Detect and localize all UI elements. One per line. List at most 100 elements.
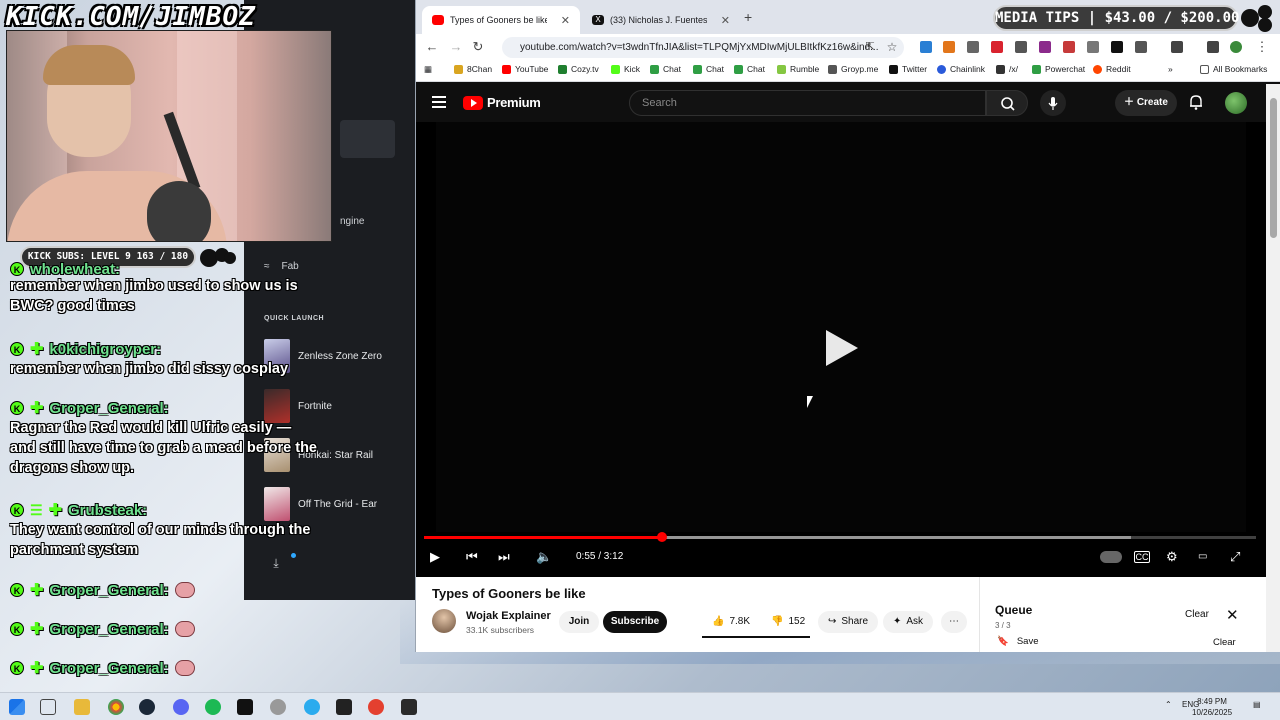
forward-icon[interactable]: → — [448, 39, 464, 55]
ask-button[interactable]: ✦ Ask — [883, 611, 934, 633]
back-icon[interactable]: ← — [424, 39, 440, 55]
share-button[interactable]: ↪ Share — [818, 611, 879, 633]
fullscreen-icon[interactable]: ⤢ — [1230, 548, 1240, 566]
reload-icon[interactable]: ↻ — [470, 39, 486, 55]
start-windows-icon[interactable] — [9, 699, 25, 715]
metamask-extension-icon[interactable] — [943, 41, 955, 53]
bookmark-item[interactable]: Kick — [611, 64, 640, 74]
page-scrollbar[interactable] — [1266, 84, 1280, 652]
voice-search-button[interactable] — [1040, 90, 1066, 116]
video-player[interactable]: ▶ ⏮ ⏭ 🔈 0:55 / 3:12 CC ⚙ ▭ ⤢ — [416, 122, 1266, 577]
bookmark-label: Chat — [706, 64, 724, 74]
next-icon[interactable]: ⏭ — [498, 548, 510, 566]
bookmark-item[interactable]: Rumble — [777, 64, 819, 74]
youtube-logo[interactable]: Premium — [463, 95, 541, 110]
bookmark-item[interactable]: YouTube — [502, 64, 548, 74]
tab-youtube[interactable]: Types of Gooners be like - YouT ✕ — [422, 6, 580, 34]
app-icon[interactable] — [336, 699, 352, 715]
extension-icon[interactable] — [1039, 41, 1051, 53]
tray-overflow-icon[interactable]: ⌃ — [1165, 700, 1172, 709]
notification-center-icon[interactable]: ▤ — [1253, 700, 1261, 709]
close-tab-icon[interactable]: ✕ — [561, 14, 570, 27]
bookmark-item[interactable]: Reddit — [1093, 64, 1131, 74]
extension-icon[interactable] — [1015, 41, 1027, 53]
video-frame[interactable] — [436, 122, 1246, 532]
more-bookmarks-icon[interactable]: » — [1168, 64, 1173, 74]
scrollbar-thumb[interactable] — [1270, 98, 1277, 238]
youtube-search-input[interactable]: Search — [629, 90, 986, 116]
bookmark-item[interactable]: Chat — [693, 64, 724, 74]
kick-badge-icon: K — [10, 661, 24, 675]
queue-save-button[interactable]: 🔖 Save — [997, 636, 1039, 647]
user-avatar[interactable] — [1225, 92, 1247, 114]
all-bookmarks-button[interactable]: All Bookmarks — [1200, 64, 1267, 74]
media-tips-goal: MEDIA TIPS | $43.00 / $200.00 — [993, 5, 1239, 31]
steam-icon[interactable] — [139, 699, 155, 715]
join-button[interactable]: Join — [559, 611, 599, 633]
bookmark-item[interactable]: 8Chan — [454, 64, 492, 74]
tab-x[interactable]: X (33) Nicholas J. Fuentes (@Nick ✕ — [582, 6, 740, 34]
settings-gear-icon[interactable]: ⚙ — [1166, 548, 1178, 566]
extension-icon[interactable] — [1087, 41, 1099, 53]
launcher-search-box[interactable] — [340, 120, 395, 158]
captions-icon[interactable]: CC — [1134, 551, 1150, 563]
app-icon[interactable] — [270, 699, 286, 715]
x-extension-icon[interactable] — [1111, 41, 1123, 53]
extension-icon[interactable] — [920, 41, 932, 53]
hamburger-menu-icon[interactable] — [432, 96, 446, 108]
app-icon[interactable] — [237, 699, 253, 715]
app-icon[interactable] — [401, 699, 417, 715]
apps-grid-icon[interactable]: ▦ — [424, 64, 432, 75]
theater-mode-icon[interactable]: ▭ — [1198, 548, 1207, 566]
autoplay-toggle[interactable] — [1100, 551, 1122, 563]
extension-icon[interactable] — [991, 41, 1003, 53]
bookmark-item[interactable]: Chainlink — [937, 64, 985, 74]
bookmark-item[interactable]: Powerchat — [1032, 64, 1085, 74]
subscribe-button[interactable]: Subscribe — [603, 611, 667, 633]
discord-icon[interactable] — [173, 699, 189, 715]
clock[interactable]: 8:49 PM 10/26/2025 — [1192, 696, 1232, 718]
profile-avatar[interactable] — [1230, 41, 1242, 53]
progress-bar[interactable] — [424, 532, 1256, 542]
file-explorer-icon[interactable] — [74, 699, 90, 715]
bookmark-item[interactable]: Chat — [734, 64, 765, 74]
play-icon[interactable]: ▶ — [430, 548, 440, 566]
spotify-icon[interactable] — [205, 699, 221, 715]
queue-clear-button[interactable]: Clear — [1213, 637, 1236, 648]
like-button[interactable]: 👍 7.8K — [702, 611, 761, 633]
channel-avatar[interactable] — [432, 609, 456, 633]
extensions-puzzle-icon[interactable] — [1135, 41, 1147, 53]
bookmark-item[interactable]: /x/ — [996, 64, 1018, 74]
youtube-search-button[interactable] — [986, 90, 1028, 116]
dislike-button[interactable]: 👎 152 — [761, 611, 816, 633]
address-bar[interactable]: youtube.com/watch?v=t3wdnTfnJIA&list=TLP… — [502, 37, 904, 58]
more-actions-icon[interactable]: ⋯ — [941, 611, 967, 633]
bookmark-star-icon[interactable]: ☆ — [884, 39, 900, 55]
extension-icon[interactable] — [1063, 41, 1075, 53]
browser-menu-icon[interactable]: ⋮ — [1254, 39, 1270, 55]
previous-icon[interactable]: ⏮ — [466, 548, 478, 566]
close-icon[interactable]: ✕ — [1226, 606, 1239, 624]
bookmark-item[interactable]: Cozy.tv — [558, 64, 599, 74]
app-icon[interactable] — [368, 699, 384, 715]
bookmark-item[interactable]: Chat — [650, 64, 681, 74]
sidebar-icon[interactable] — [1171, 41, 1183, 53]
new-tab-icon[interactable]: + — [744, 9, 752, 25]
launcher-engine-label[interactable]: ngine — [340, 216, 364, 227]
big-play-icon[interactable] — [826, 330, 858, 366]
create-button[interactable]: ＋ Create — [1115, 90, 1177, 116]
volume-icon[interactable]: 🔈 — [536, 548, 552, 566]
progress-scrubber[interactable] — [656, 532, 667, 542]
queue-clear-button[interactable]: Clear — [1185, 609, 1209, 620]
bookmark-item[interactable]: Groyp.me — [828, 64, 878, 74]
task-view-icon[interactable] — [40, 699, 56, 715]
channel-name[interactable]: Wojak Explainer — [466, 610, 551, 622]
install-app-icon[interactable]: ⇱ — [862, 39, 878, 55]
notifications-bell-icon[interactable] — [1187, 93, 1205, 111]
tab-search-icon[interactable] — [1207, 41, 1219, 53]
bookmark-item[interactable]: Twitter — [889, 64, 927, 74]
close-tab-icon[interactable]: ✕ — [721, 14, 730, 27]
telegram-icon[interactable] — [304, 699, 320, 715]
chrome-icon[interactable] — [108, 699, 124, 715]
shield-extension-icon[interactable] — [967, 41, 979, 53]
